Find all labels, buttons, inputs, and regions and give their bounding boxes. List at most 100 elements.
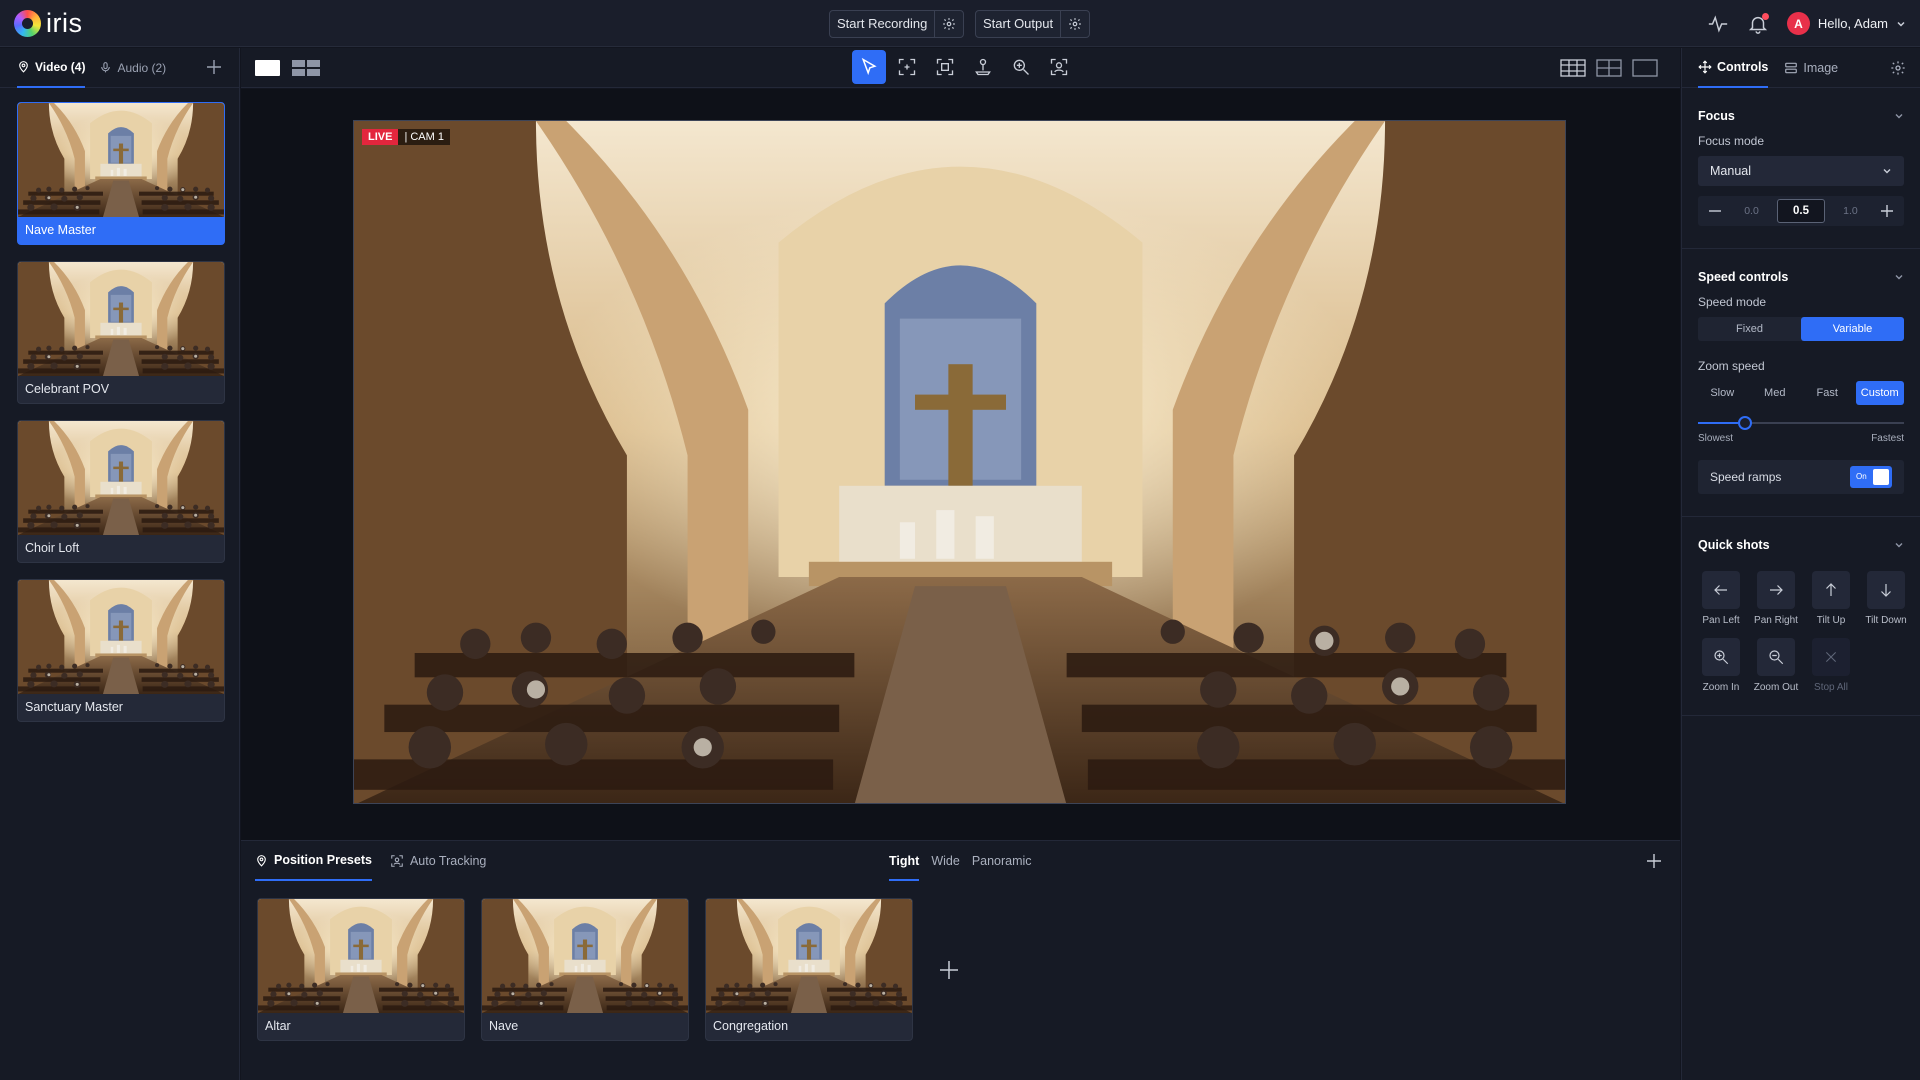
- layout-single-icon[interactable]: [1632, 59, 1658, 77]
- speed-ramps-row: Speed ramps On: [1698, 460, 1904, 494]
- close-icon: [1825, 651, 1837, 663]
- tab-position-presets-label: Position Presets: [274, 853, 372, 867]
- output-settings-button[interactable]: [1061, 11, 1089, 37]
- tab-controls-label: Controls: [1717, 59, 1769, 74]
- quick-shot-label: Zoom In: [1702, 682, 1740, 693]
- slider-handle[interactable]: [1738, 416, 1753, 430]
- preset-card[interactable]: Congregation: [705, 898, 913, 1041]
- panel-tabs: Controls Image: [1682, 48, 1920, 88]
- camera-thumbnail: [18, 421, 224, 535]
- view-toolbar: [241, 48, 1680, 88]
- top-right-area: A Hello, Adam: [1707, 12, 1906, 35]
- tab-audio[interactable]: Audio (2): [99, 48, 166, 88]
- speed-ramps-toggle[interactable]: On: [1850, 466, 1892, 488]
- tab-position-presets[interactable]: Position Presets: [255, 841, 372, 881]
- quick-shots-header[interactable]: Quick shots: [1698, 523, 1904, 567]
- face-track-button[interactable]: [1042, 50, 1076, 84]
- start-recording-button[interactable]: Start Recording: [830, 11, 936, 37]
- shot-size-tabs: Tight Wide Panoramic: [889, 841, 1032, 881]
- layout-quad-icon[interactable]: [1596, 59, 1622, 77]
- tab-image[interactable]: Image: [1784, 48, 1838, 88]
- user-greeting: Hello, Adam: [1817, 16, 1888, 31]
- speed-mode-variable[interactable]: Variable: [1801, 317, 1904, 341]
- camera-card[interactable]: Celebrant POV: [17, 261, 225, 404]
- add-source-icon[interactable]: [205, 58, 223, 76]
- focus-value-input[interactable]: 0.5: [1776, 199, 1825, 223]
- slider-max-label: Fastest: [1871, 433, 1904, 444]
- zoom-speed-slider[interactable]: [1698, 415, 1904, 431]
- speed-mode-label: Speed mode: [1698, 295, 1767, 309]
- app-logo[interactable]: iris: [14, 10, 83, 37]
- gear-icon[interactable]: [1890, 60, 1906, 76]
- recording-settings-button[interactable]: [935, 11, 963, 37]
- layout-grid-icon[interactable]: [1560, 59, 1586, 77]
- camera-card[interactable]: Choir Loft: [17, 420, 225, 563]
- quick-shot-stop-all[interactable]: Stop All: [1808, 638, 1854, 693]
- quick-shot-tilt-up[interactable]: Tilt Up: [1808, 571, 1854, 626]
- controls-panel: Controls Image Focus Focus mode Manual 0…: [1681, 48, 1920, 1080]
- quick-shot-label: Stop All: [1814, 682, 1848, 693]
- zoom-speed-fast[interactable]: Fast: [1803, 381, 1852, 405]
- live-video-preview[interactable]: LIVE | CAM 1: [353, 120, 1566, 804]
- quick-shot-zoom-out[interactable]: Zoom Out: [1753, 638, 1799, 693]
- church-live-feed: [354, 121, 1566, 804]
- preset-thumbnail: [482, 899, 688, 1013]
- presets-tabs: Position Presets Auto Tracking: [255, 841, 486, 881]
- tab-video[interactable]: Video (4): [17, 48, 86, 88]
- location-pin-icon: [257, 854, 266, 867]
- quick-shots-grid: Pan Left Pan Right Tilt Up Tilt Down Zoo…: [1698, 567, 1907, 693]
- tab-wide[interactable]: Wide: [931, 841, 959, 881]
- preset-label: Nave: [489, 1019, 519, 1033]
- activity-icon[interactable]: [1707, 13, 1729, 35]
- preset-list: Altar Nave Congregation: [257, 898, 969, 1041]
- chevron-down-icon: [1895, 543, 1903, 548]
- camera-label: Celebrant POV: [25, 382, 110, 396]
- zoom-speed-med[interactable]: Med: [1751, 381, 1800, 405]
- camera-card[interactable]: Nave Master: [17, 102, 225, 245]
- quick-shot-label: Zoom Out: [1753, 682, 1799, 693]
- camera-thumbnail: [18, 262, 224, 376]
- focus-mode-select[interactable]: Manual: [1698, 156, 1904, 186]
- quick-shot-pan-right[interactable]: Pan Right: [1753, 571, 1799, 626]
- start-output-button[interactable]: Start Output: [976, 11, 1062, 37]
- sources-sidebar: Video (4) Audio (2) Nave Master Celebran…: [0, 48, 240, 1080]
- camera-card[interactable]: Sanctuary Master: [17, 579, 225, 722]
- zoom-tool-button[interactable]: [1004, 50, 1038, 84]
- preset-card[interactable]: Nave: [481, 898, 689, 1041]
- focus-target-button[interactable]: [890, 50, 924, 84]
- camera-tools: [852, 50, 1076, 84]
- focus-header[interactable]: Focus: [1698, 94, 1904, 138]
- tab-controls[interactable]: Controls: [1698, 48, 1769, 88]
- zoom-speed-custom[interactable]: Custom: [1855, 381, 1904, 405]
- tab-tight[interactable]: Tight: [889, 841, 920, 881]
- add-preset-icon[interactable]: [1646, 853, 1662, 869]
- arrow-up-icon: [1826, 583, 1836, 596]
- quick-shot-zoom-in[interactable]: Zoom In: [1698, 638, 1744, 693]
- notifications-button[interactable]: [1747, 12, 1769, 35]
- grid-view-button[interactable]: [292, 60, 320, 76]
- plus-icon[interactable]: [1876, 200, 1898, 222]
- minus-icon[interactable]: [1704, 200, 1726, 222]
- user-menu[interactable]: A Hello, Adam: [1786, 12, 1906, 35]
- zoom-out-icon: [1769, 650, 1784, 665]
- select-tool-button[interactable]: [852, 50, 886, 84]
- speed-header[interactable]: Speed controls: [1698, 255, 1904, 299]
- quick-shot-pan-left[interactable]: Pan Left: [1698, 571, 1744, 626]
- camera-id-label: | CAM 1: [398, 129, 450, 145]
- tab-auto-tracking[interactable]: Auto Tracking: [390, 841, 486, 881]
- speed-mode-fixed[interactable]: Fixed: [1698, 317, 1801, 341]
- quick-shot-tilt-down[interactable]: Tilt Down: [1863, 571, 1909, 626]
- camera-label: Choir Loft: [25, 541, 80, 555]
- frame-button[interactable]: [928, 50, 962, 84]
- tab-audio-label: Audio (2): [117, 60, 167, 75]
- preset-card[interactable]: Altar: [257, 898, 465, 1041]
- zoom-speed-slow[interactable]: Slow: [1698, 381, 1747, 405]
- ptz-joystick-button[interactable]: [966, 50, 1000, 84]
- preset-label: Congregation: [713, 1019, 789, 1033]
- single-view-button[interactable]: [255, 60, 280, 76]
- source-tabs: Video (4) Audio (2): [0, 48, 239, 88]
- tab-panoramic[interactable]: Panoramic: [972, 841, 1032, 881]
- focus-target-icon: [898, 58, 916, 76]
- tab-auto-tracking-label: Auto Tracking: [409, 854, 487, 868]
- new-preset-button[interactable]: [929, 950, 969, 990]
